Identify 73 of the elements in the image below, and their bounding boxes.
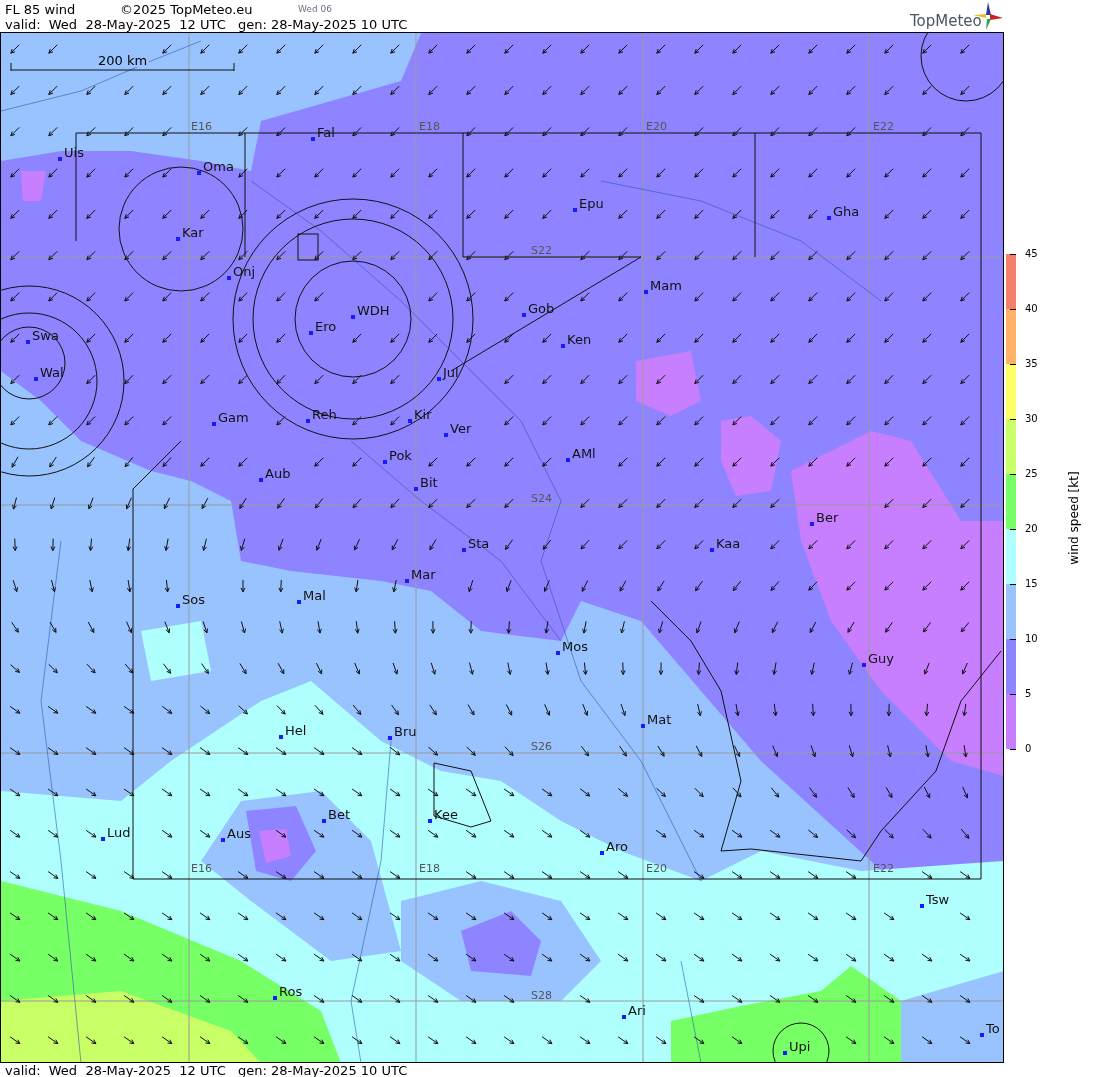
- valid-time: valid: Wed 28-May-2025 12 UTC: [5, 1064, 226, 1077]
- place-label: Hel: [285, 724, 307, 737]
- place-label: Bet: [328, 808, 350, 821]
- grid-label: S22: [531, 245, 552, 256]
- place-label: Ver: [450, 422, 472, 435]
- place-label: Gam: [218, 411, 249, 424]
- place-label: Gob: [528, 302, 555, 315]
- place-label: Kee: [434, 808, 458, 821]
- copyright-text: ©2025 TopMeteo.eu: [120, 3, 253, 16]
- place-label: Mat: [647, 713, 672, 726]
- place-label: Jul: [443, 366, 459, 379]
- place-label: Sos: [182, 593, 205, 606]
- place-label: Ken: [567, 333, 592, 346]
- legend-tick-label: 15: [1025, 579, 1038, 589]
- place-label: Bit: [420, 476, 438, 489]
- place-label: Gha: [833, 205, 860, 218]
- place-label: Fal: [317, 126, 335, 139]
- place-label: Mar: [411, 568, 436, 581]
- place-label: Bru: [394, 725, 417, 738]
- place-label: Kaa: [716, 537, 741, 550]
- legend-tick-label: 25: [1025, 469, 1038, 479]
- place-label: Ari: [628, 1004, 646, 1017]
- day-label: Wed 06: [298, 5, 332, 14]
- legend-title: wind speed [kt]: [1067, 470, 1080, 565]
- place-label: Kar: [182, 226, 204, 239]
- valid-time: valid: Wed 28-May-2025 12 UTC: [5, 18, 226, 31]
- place-label: Uis: [64, 146, 84, 159]
- place-label: Sta: [468, 537, 490, 550]
- legend-tick-label: 40: [1025, 304, 1038, 314]
- generated-time: gen: 28-May-2025 10 UTC: [238, 18, 408, 31]
- grid-label: E22: [873, 863, 894, 874]
- place-label: Mam: [650, 279, 682, 292]
- grid-label: E20: [646, 863, 667, 874]
- place-label: Oma: [203, 160, 234, 173]
- grid-label: E16: [191, 121, 212, 132]
- place-label: To: [986, 1022, 1000, 1035]
- place-label: Tsw: [926, 893, 950, 906]
- place-label: Mal: [303, 589, 326, 602]
- legend-tick-label: 30: [1025, 414, 1038, 424]
- place-label: Aub: [265, 467, 291, 480]
- place-label: AMl: [572, 447, 596, 460]
- grid-label: E22: [873, 121, 894, 132]
- grid-label: E18: [419, 121, 440, 132]
- place-label: Upi: [789, 1040, 811, 1053]
- legend-tick-label: 45: [1025, 249, 1038, 259]
- scale-label: 200 km: [96, 54, 150, 67]
- legend-tick-label: 10: [1025, 634, 1038, 644]
- legend-tick-label: 0: [1025, 744, 1032, 754]
- grid-label: E16: [191, 863, 212, 874]
- grid-label: S24: [531, 493, 552, 504]
- place-label: Aro: [606, 840, 628, 853]
- legend-tick-label: 35: [1025, 359, 1038, 369]
- place-label: Mos: [562, 640, 588, 653]
- grid-label: S28: [531, 990, 552, 1001]
- grid-label: E20: [646, 121, 667, 132]
- place-label: Epu: [579, 197, 604, 210]
- logo-text: TopMeteo: [910, 14, 982, 29]
- grid-label: E18: [419, 863, 440, 874]
- place-label: Ero: [315, 320, 337, 333]
- place-label: Ros: [279, 985, 303, 998]
- place-label: Lud: [107, 826, 131, 839]
- legend-tick-label: 20: [1025, 524, 1038, 534]
- generated-time: gen: 28-May-2025 10 UTC: [238, 1064, 408, 1077]
- place-label: Ber: [816, 511, 839, 524]
- place-label: Aus: [227, 827, 251, 840]
- grid-label: S26: [531, 741, 552, 752]
- legend-tick-label: 5: [1025, 689, 1032, 699]
- place-label: Wal: [40, 366, 64, 379]
- place-label: WDH: [357, 304, 390, 317]
- place-label: Guy: [868, 652, 894, 665]
- map-title: FL 85 wind: [5, 3, 76, 16]
- place-label: Pok: [389, 449, 412, 462]
- place-label: Onj: [233, 265, 256, 278]
